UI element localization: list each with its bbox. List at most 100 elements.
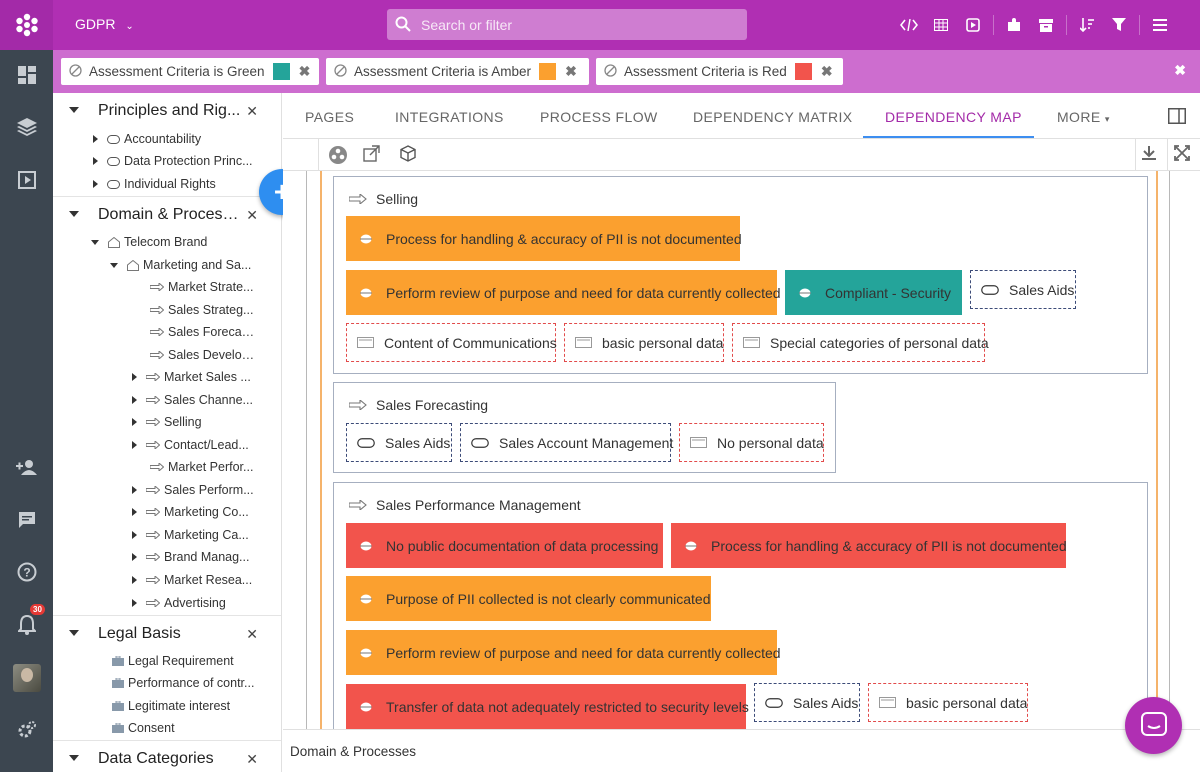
tree-item[interactable]: Market Sales ... [132, 366, 254, 388]
collapse-icon[interactable] [110, 262, 118, 268]
tab-dependency-map[interactable]: DEPENDENCY MAP [885, 109, 1022, 125]
search-input[interactable]: Search or filter [421, 17, 512, 33]
caret-down-icon[interactable] [69, 755, 79, 761]
close-section-icon[interactable]: ✕ [246, 751, 258, 768]
data-category-item[interactable]: basic personal data [564, 323, 724, 362]
assessment-item[interactable]: Process for handling & accuracy of PII i… [346, 216, 742, 261]
expand-icon[interactable] [132, 599, 137, 607]
tree-item[interactable]: Sales Strateg... [150, 299, 258, 321]
presentation-icon[interactable] [0, 165, 53, 195]
tree-item[interactable]: Sales Develop... [150, 344, 258, 366]
help-icon[interactable]: ? [0, 557, 53, 587]
filter-icon[interactable] [1103, 15, 1135, 35]
tab-more[interactable]: MORE ▾ [1057, 109, 1110, 125]
play-icon[interactable] [957, 15, 989, 35]
download-icon[interactable] [1141, 145, 1157, 164]
expand-icon[interactable] [132, 486, 137, 494]
application-item[interactable]: Sales Aids [754, 683, 860, 722]
filter-chip-amber[interactable]: Assessment Criteria is Amber ✖ [326, 58, 589, 85]
tree-item-marketing-sales[interactable]: Marketing and Sa... [110, 254, 253, 276]
tree-item[interactable]: Individual Rights [93, 173, 254, 195]
notifications-icon[interactable]: 30 [0, 604, 53, 640]
expand-icon[interactable] [132, 508, 137, 516]
filter-chip-green[interactable]: Assessment Criteria is Green ✖ [61, 58, 319, 85]
tab-dependency-matrix[interactable]: DEPENDENCY MATRIX [693, 109, 853, 125]
section-domain-processes[interactable]: Domain & Process... ✕ [53, 196, 281, 232]
close-section-icon[interactable]: ✕ [246, 103, 258, 120]
expand-icon[interactable] [132, 373, 137, 381]
expand-icon[interactable] [132, 531, 137, 539]
menu-icon[interactable] [1144, 15, 1176, 35]
settings-icon[interactable] [0, 715, 53, 745]
application-item[interactable]: Sales Account Management [460, 423, 673, 462]
data-category-item[interactable]: basic personal data [868, 683, 1028, 722]
application-item[interactable]: Sales Aids [346, 423, 452, 462]
expand-icon[interactable] [93, 180, 98, 188]
expand-icon[interactable] [1174, 145, 1190, 164]
close-section-icon[interactable]: ✕ [246, 207, 258, 224]
remove-filter-icon[interactable]: ✖ [299, 63, 311, 80]
dependency-map-canvas[interactable]: Selling Process for handling & accuracy … [283, 171, 1200, 729]
search-box[interactable]: Search or filter [387, 9, 747, 40]
tab-integrations[interactable]: INTEGRATIONS [395, 109, 504, 125]
tab-process-flow[interactable]: PROCESS FLOW [540, 109, 658, 125]
cube-icon[interactable] [400, 145, 416, 165]
collapse-icon[interactable] [91, 239, 99, 245]
comment-icon[interactable] [0, 505, 53, 535]
tree-item[interactable]: Contact/Lead... [132, 434, 254, 456]
expand-icon[interactable] [132, 396, 137, 404]
tree-item[interactable]: Legitimate interest [112, 695, 230, 717]
dashboard-icon[interactable] [0, 60, 53, 90]
workspace-dropdown[interactable]: GDPR ⌄ [75, 16, 134, 32]
caret-down-icon[interactable] [69, 211, 79, 217]
expand-icon[interactable] [93, 157, 98, 165]
assessment-item[interactable]: Purpose of PII collected is not clearly … [346, 576, 711, 621]
user-avatar[interactable] [0, 663, 53, 693]
caret-down-icon[interactable] [69, 107, 79, 113]
tree-item[interactable]: Market Strate... [150, 276, 258, 298]
tab-pages[interactable]: PAGES [305, 109, 354, 125]
remove-filter-icon[interactable]: ✖ [565, 63, 577, 80]
add-user-icon[interactable] [0, 452, 53, 482]
tree-item[interactable]: Sales Forecas... [150, 321, 258, 343]
tree-item[interactable]: Brand Manag... [132, 546, 254, 568]
assessment-item[interactable]: Process for handling & accuracy of PII i… [671, 523, 1067, 568]
assessment-item[interactable]: Transfer of data not adequately restrict… [346, 684, 749, 729]
tree-item[interactable]: Accountability [93, 128, 254, 150]
assessment-item[interactable]: Compliant - Security [785, 270, 962, 315]
expand-icon[interactable] [132, 553, 137, 561]
assessment-item[interactable]: Perform review of purpose and need for d… [346, 630, 781, 675]
tree-item[interactable]: Performance of contr... [112, 672, 258, 694]
remove-filter-icon[interactable]: ✖ [821, 63, 833, 80]
application-item[interactable]: Sales Aids [970, 270, 1076, 309]
tree-item[interactable]: Market Perfor... [150, 456, 258, 478]
expand-icon[interactable] [132, 576, 137, 584]
caret-down-icon[interactable] [69, 630, 79, 636]
side-panel-icon[interactable] [1168, 108, 1186, 127]
puzzle-icon[interactable] [998, 15, 1030, 35]
chat-button[interactable] [1125, 697, 1182, 754]
tree-item[interactable]: Sales Channe... [132, 389, 254, 411]
code-icon[interactable] [893, 15, 925, 35]
external-link-icon[interactable] [363, 145, 380, 165]
data-category-item[interactable]: Content of Communications [346, 323, 557, 362]
data-category-item[interactable]: Special categories of personal data [732, 323, 989, 362]
expand-icon[interactable] [132, 418, 137, 426]
layers-icon[interactable] [0, 112, 53, 142]
tree-item[interactable]: Legal Requirement [112, 650, 234, 672]
archive-icon[interactable] [1030, 15, 1062, 35]
section-data-categories[interactable]: Data Categories ✕ [53, 740, 281, 772]
filter-chip-red[interactable]: Assessment Criteria is Red ✖ [596, 58, 843, 85]
assessment-item[interactable]: Perform review of purpose and need for d… [346, 270, 781, 315]
expand-icon[interactable] [132, 441, 137, 449]
app-logo-icon[interactable] [0, 0, 53, 50]
sort-icon[interactable] [1071, 15, 1103, 35]
tree-item[interactable]: Consent [112, 717, 175, 739]
network-icon[interactable] [328, 145, 348, 168]
assessment-item[interactable]: No public documentation of data processi… [346, 523, 663, 568]
close-section-icon[interactable]: ✕ [246, 626, 258, 643]
tree-item-selling[interactable]: Selling [132, 411, 254, 433]
tree-item[interactable]: Data Protection Princ... [93, 150, 254, 172]
tree-item[interactable]: Sales Perform... [132, 479, 254, 501]
data-category-item[interactable]: No personal data [679, 423, 824, 462]
